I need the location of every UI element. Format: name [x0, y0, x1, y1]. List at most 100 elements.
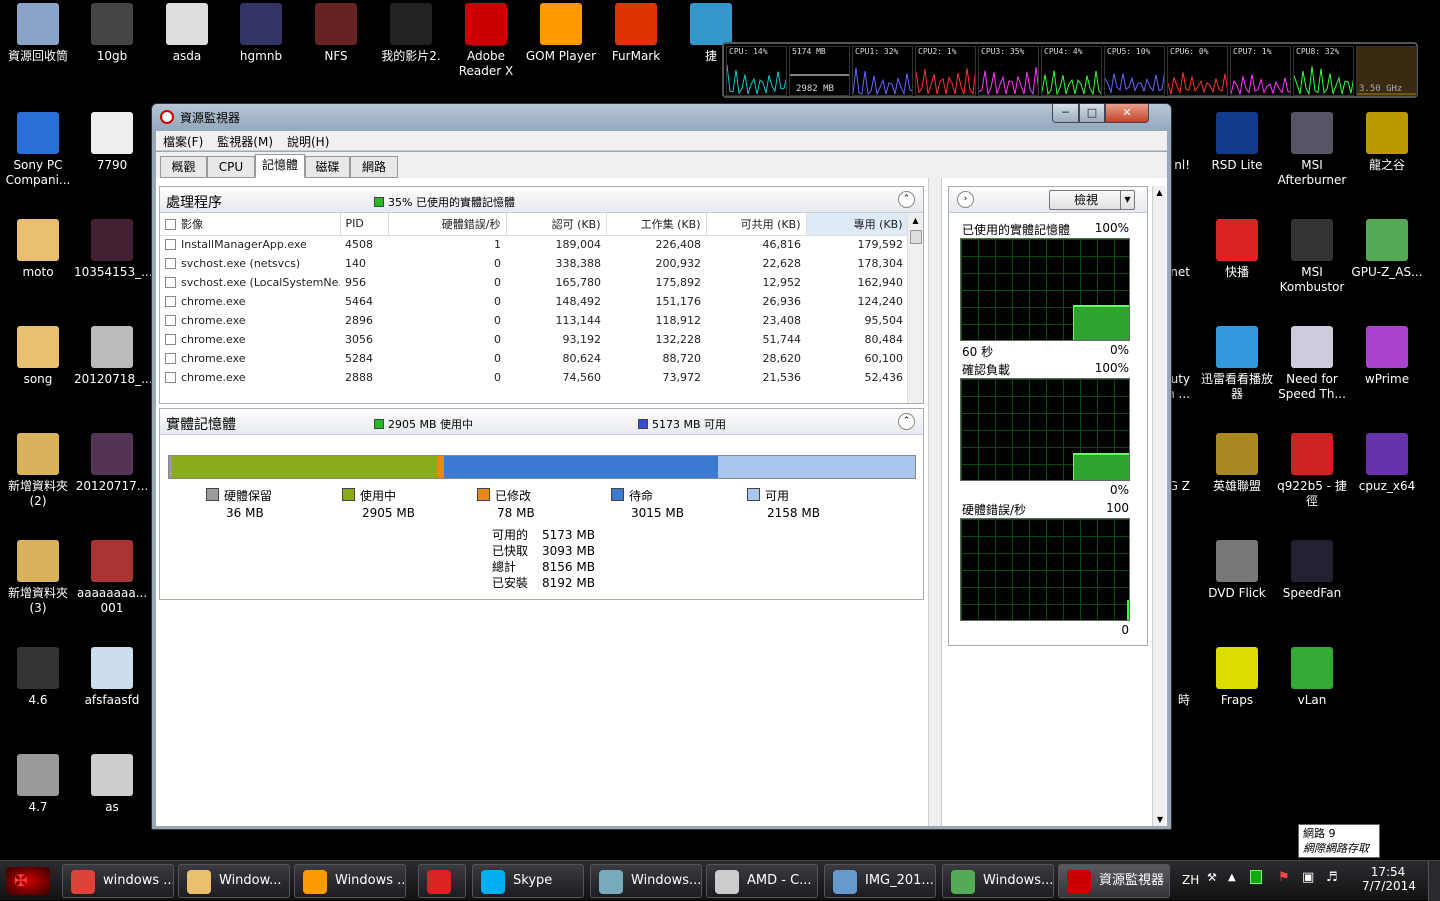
menu-item[interactable]: 監視器(M)	[210, 131, 280, 152]
minimize-button[interactable]: ─	[1052, 104, 1079, 123]
desktop-icon[interactable]: GPU-Z_AS...	[1349, 219, 1425, 280]
show-desktop-button[interactable]	[1428, 861, 1440, 901]
network-icon[interactable]: ▣	[1302, 870, 1314, 885]
desktop-icon[interactable]: 英雄聯盟	[1199, 433, 1275, 494]
expand-chevron-icon[interactable]: ›	[957, 191, 974, 208]
start-button[interactable]: ✠	[6, 867, 50, 895]
select-all-checkbox[interactable]	[165, 218, 176, 230]
column-header[interactable]: 認可 (KB)	[506, 213, 607, 236]
desktop-icon[interactable]: 新增資料夾 (2)	[0, 433, 76, 509]
taskbar-button[interactable]: Windows...	[590, 864, 702, 898]
menu-item[interactable]: 檔案(F)	[156, 131, 210, 152]
row-checkbox[interactable]	[165, 277, 176, 288]
desktop-icon[interactable]: NFS	[298, 3, 374, 64]
taskbar-button[interactable]: Window...	[178, 864, 290, 898]
desktop-icon[interactable]: asda	[149, 3, 225, 64]
desktop-icon[interactable]: wPrime	[1349, 326, 1425, 387]
desktop-icon[interactable]: cpuz_x64	[1349, 433, 1425, 494]
desktop-icon[interactable]: song	[0, 326, 76, 387]
row-checkbox[interactable]	[165, 239, 176, 251]
desktop-icon[interactable]: afsfaasfd	[74, 647, 150, 708]
processes-header[interactable]: 處理程序 35% 已使用的實體記憶體 ⌃	[160, 187, 923, 213]
desktop-icon[interactable]: as	[74, 754, 150, 815]
desktop-icon[interactable]: q922b5 - 捷徑	[1274, 433, 1350, 509]
desktop-icon[interactable]: Need for Speed Th...	[1274, 326, 1350, 402]
collapse-chevron-icon[interactable]: ⌃	[898, 413, 915, 430]
column-header[interactable]: PID	[340, 213, 389, 236]
desktop-icon[interactable]: 20120717...	[74, 433, 150, 494]
desktop-icon[interactable]: 4.7	[0, 754, 76, 815]
row-checkbox[interactable]	[165, 372, 176, 383]
desktop-icon[interactable]: 資源回收筒	[0, 3, 76, 64]
panel-divider[interactable]	[928, 178, 942, 826]
volume-icon[interactable]: ♬	[1326, 870, 1338, 885]
scroll-thumb[interactable]	[910, 230, 922, 244]
row-checkbox[interactable]	[165, 296, 176, 307]
taskbar-button[interactable]: AMD - C...	[706, 864, 818, 898]
desktop-icon[interactable]: MSI Kombustor	[1274, 219, 1350, 295]
desktop-icon[interactable]: 迅雷看看播放器	[1199, 326, 1275, 402]
maximize-button[interactable]: □	[1079, 104, 1105, 123]
desktop-icon[interactable]: Adobe Reader X	[448, 3, 524, 79]
tab-cpu[interactable]: CPU	[207, 156, 255, 178]
taskbar-button[interactable]: 資源監視器	[1058, 864, 1170, 898]
scroll-up-icon[interactable]: ▲	[1153, 188, 1166, 197]
row-checkbox[interactable]	[165, 353, 176, 364]
table-row[interactable]: chrome.exe 2888 0 74,560 73,972 21,536 52,436	[160, 368, 908, 387]
collapse-chevron-icon[interactable]: ⌃	[898, 191, 915, 208]
menu-item[interactable]: 說明(H)	[280, 131, 336, 152]
desktop-icon[interactable]: 10gb	[74, 3, 150, 64]
tab-network[interactable]: 網路	[350, 156, 398, 178]
desktop-icon[interactable]: 新增資料夾 (3)	[0, 540, 76, 616]
graph-panel-scrollbar[interactable]: ▲ ▼	[1152, 186, 1166, 826]
scroll-up-icon[interactable]: ▲	[908, 216, 923, 225]
desktop-icon[interactable]: 10354153_...	[74, 219, 153, 280]
tab-overview[interactable]: 概觀	[160, 156, 207, 178]
close-button[interactable]: ✕	[1105, 104, 1149, 123]
taskbar-button[interactable]: Windows...	[942, 864, 1054, 898]
scroll-down-icon[interactable]: ▼	[1153, 815, 1167, 824]
table-row[interactable]: chrome.exe 5284 0 80,624 88,720 28,620 60,100	[160, 349, 908, 368]
row-checkbox[interactable]	[165, 334, 176, 345]
desktop-icon[interactable]: 7790	[74, 112, 150, 173]
desktop-icon[interactable]: GOM Player	[523, 3, 599, 64]
column-header[interactable]: 專用 (KB)	[806, 213, 909, 236]
taskbar-button[interactable]: Skype	[472, 864, 584, 898]
row-checkbox[interactable]	[165, 258, 176, 269]
taskbar-button[interactable]	[418, 864, 466, 898]
desktop-icon[interactable]: MSI Afterburner	[1274, 112, 1350, 188]
column-header[interactable]: 工作集 (KB)	[606, 213, 707, 236]
desktop-icon[interactable]: aaaaaaaa... 001	[74, 540, 150, 616]
desktop-icon[interactable]: 龍之谷	[1349, 112, 1425, 173]
tab-memory[interactable]: 記憶體	[255, 154, 305, 178]
table-row[interactable]: InstallManagerApp.exe 4508 1 189,004 226,408…	[160, 235, 908, 254]
clock[interactable]: 17:54 7/7/2014	[1362, 865, 1416, 893]
desktop-icon[interactable]: 20120718_...	[74, 326, 153, 387]
view-dropdown[interactable]: 檢視 ▼	[1049, 190, 1135, 210]
tray-app-icon[interactable]	[1250, 870, 1262, 884]
column-header[interactable]: 影像	[160, 213, 341, 236]
ime-icon[interactable]: ⚒	[1207, 871, 1217, 884]
process-table-scrollbar[interactable]: ▲	[907, 213, 923, 403]
table-row[interactable]: chrome.exe 5464 0 148,492 151,176 26,936 124,2…	[160, 292, 908, 311]
desktop-icon[interactable]: hgmnb	[223, 3, 299, 64]
desktop-icon[interactable]: vLan	[1274, 647, 1350, 708]
taskbar-button[interactable]: Windows ...	[294, 864, 406, 898]
table-row[interactable]: chrome.exe 2896 0 113,144 118,912 23,408 95,50…	[160, 311, 908, 330]
desktop-icon[interactable]: 4.6	[0, 647, 76, 708]
tray-expand-icon[interactable]: ▲	[1228, 872, 1236, 883]
desktop-icon[interactable]: 快播	[1199, 219, 1275, 280]
taskbar-button[interactable]: IMG_201...	[824, 864, 936, 898]
action-center-icon[interactable]: ⚑	[1278, 870, 1290, 885]
desktop-icon[interactable]: FurMark	[598, 3, 674, 64]
taskbar-button[interactable]: windows ...	[62, 864, 174, 898]
desktop-icon[interactable]: Sony PC Compani...	[0, 112, 76, 188]
desktop-icon[interactable]: 我的影片2.	[373, 3, 449, 64]
column-header[interactable]: 可共用 (KB)	[706, 213, 807, 236]
language-indicator[interactable]: ZH	[1182, 873, 1199, 887]
table-row[interactable]: svchost.exe (LocalSystemNe... 956 0 165,780…	[160, 273, 908, 292]
desktop-icon[interactable]: SpeedFan	[1274, 540, 1350, 601]
tab-disk[interactable]: 磁碟	[305, 156, 350, 178]
row-checkbox[interactable]	[165, 315, 176, 326]
table-row[interactable]: chrome.exe 3056 0 93,192 132,228 51,744 80,484	[160, 330, 908, 349]
